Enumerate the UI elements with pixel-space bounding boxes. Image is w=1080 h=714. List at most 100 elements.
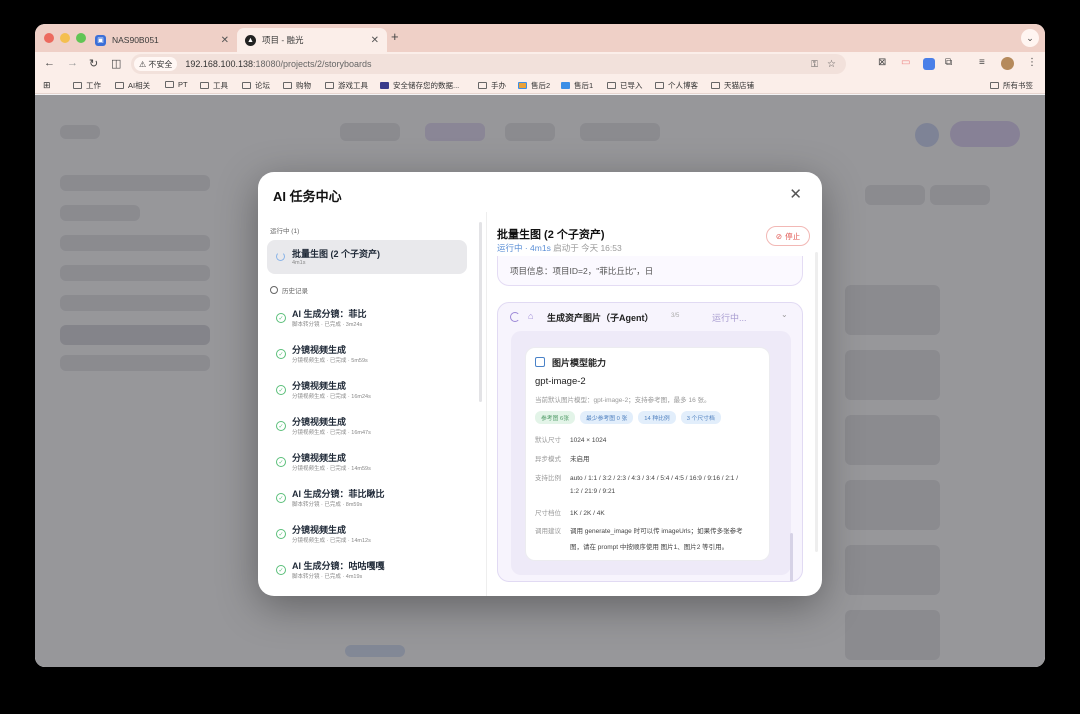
history-item[interactable]: ✓ 分镜视频生成 分镜视频生成 · 已完成 · 14m59s <box>267 445 467 481</box>
bookmark-item[interactable]: 已导入 <box>607 80 643 91</box>
robot-icon: ⌂ <box>528 311 534 321</box>
sub-agent-title: 生成资产图片（子Agent） <box>547 313 654 323</box>
task-title: 分镜视频生成 <box>292 417 347 427</box>
project-info-box: 项目信息：项目ID=2，"菲比丘比"，日 <box>497 256 803 286</box>
sub-agent-header[interactable]: ⌂ 生成资产图片（子Agent） 3/5 运行中... ⌄ <box>498 303 802 331</box>
url-path: :18080/projects/2/storyboards <box>252 59 372 69</box>
history-item[interactable]: ✓ 分镜视频生成 分镜视频生成 · 已完成 · 16m47s <box>267 409 467 445</box>
task-sub: 4m1s <box>292 260 306 266</box>
menu-icon[interactable]: ⋮ <box>1027 57 1037 68</box>
bookmark-item[interactable]: 售后1 <box>561 80 593 91</box>
bookmark-item[interactable]: AI相关 <box>115 80 150 91</box>
browser-window: ▣ NAS90B051 ✕ ▲ 项目 - 融光 ✕ + ⌄ ← → ↻ ◫ ⚠ … <box>35 24 1045 667</box>
url-host: 192.168.100.138 <box>185 59 253 69</box>
history-item[interactable]: ✓ 分镜视频生成 分镜视频生成 · 已完成 · 5m59s <box>267 337 467 373</box>
task-list-scrollbar[interactable] <box>479 222 482 402</box>
security-badge[interactable]: ⚠ 不安全 <box>134 57 178 71</box>
close-tab-icon[interactable]: ✕ <box>221 35 229 46</box>
task-sub: 分镜视频生成 · 已完成 · 5m59s <box>292 358 368 364</box>
project-info: 项目信息：项目ID=2，"菲比丘比"，日 <box>510 266 654 276</box>
history-item[interactable]: ✓ 分镜视频生成 分镜视频生成 · 已完成 · 16m24s <box>267 373 467 409</box>
task-sub: 分镜视频生成 · 已完成 · 14m59s <box>292 466 371 472</box>
history-item[interactable]: ✓ 分镜视频生成 分镜视频生成 · 已完成 · 14m12s <box>267 517 467 553</box>
task-sub: 分镜视频生成 · 已完成 · 16m24s <box>292 394 371 400</box>
extension-icon[interactable]: ⊠ <box>878 57 886 68</box>
running-section-label: 运行中 (1) <box>270 228 300 235</box>
sidebar-icon[interactable]: ◫ <box>111 57 121 70</box>
tab-search-button[interactable]: ⌄ <box>1021 29 1039 47</box>
detail-status: 运行中 · 4m1s 启动于 今天 16:53 <box>497 242 622 254</box>
spec-row: 尺寸档位 1K / 2K / 4K <box>535 510 605 517</box>
history-item[interactable]: ✓ AI 生成分镜：菲比瞅比 脚本转分镜 · 已完成 · 8m59s <box>267 481 467 517</box>
key-icon[interactable]: ⚿ <box>811 59 818 70</box>
reload-icon[interactable]: ↻ <box>89 57 98 70</box>
sub-agent-panel: ⌂ 生成资产图片（子Agent） 3/5 运行中... ⌄ 图片模型能力 gpt… <box>497 302 803 582</box>
close-window-button[interactable] <box>44 33 54 43</box>
bookmark-item[interactable]: 天猫店铺 <box>711 80 754 91</box>
bookmark-item[interactable]: 论坛 <box>242 80 270 91</box>
url-text: 192.168.100.138:18080/projects/2/storybo… <box>185 59 371 69</box>
task-title: AI 生成分镜：咕咕嘎嘎 <box>292 561 385 571</box>
tab-nas[interactable]: ▣ NAS90B051 ✕ <box>87 28 237 52</box>
bookmark-item[interactable]: 工作 <box>73 80 101 91</box>
bookmark-item[interactable]: 购物 <box>283 80 311 91</box>
stop-label: 停止 <box>785 231 801 241</box>
detail-scrollbar[interactable] <box>815 252 818 552</box>
bookmark-item[interactable]: PT <box>165 80 188 89</box>
nas-icon: ▣ <box>95 34 106 46</box>
close-tab-icon[interactable]: ✕ <box>371 35 379 46</box>
tab-project[interactable]: ▲ 项目 - 融光 ✕ <box>237 28 387 52</box>
forward-icon[interactable]: → <box>67 57 78 69</box>
task-title: 分镜视频生成 <box>292 453 347 463</box>
avatar[interactable] <box>1001 57 1014 70</box>
history-item[interactable]: ✓ AI 生成分镜：菲比 脚本转分镜 · 已完成 · 3m24s <box>267 301 467 337</box>
task-sub: 脚本转分镜 · 已完成 · 8m59s <box>292 502 363 508</box>
extension-icon[interactable]: ▭ <box>901 57 910 68</box>
tag: 参考图 6张 <box>535 411 576 424</box>
extension-icon[interactable] <box>923 58 935 70</box>
bookmarks-bar: ⊞ 工作 AI相关 PT 工具 论坛 购物 游戏工具 安全储存您的数据... 手… <box>35 76 1045 94</box>
card-title: 图片模型能力 <box>552 358 607 368</box>
card-scrollbar[interactable] <box>790 533 793 581</box>
bookmark-item[interactable]: 安全储存您的数据... <box>380 80 459 91</box>
stop-button[interactable]: ⊘ 停止 <box>766 226 810 246</box>
tag: 最少参考图 0 张 <box>580 411 634 424</box>
history-item[interactable]: ✓ AI 生成分镜：咕咕嘎嘎 脚本转分镜 · 已完成 · 4m19s <box>267 553 467 589</box>
running-task-item[interactable]: 批量生图 (2 个子资产) 4m1s <box>267 240 467 274</box>
new-tab-button[interactable]: + <box>391 29 399 44</box>
check-icon: ✓ <box>276 385 286 395</box>
bookmark-item[interactable]: 售后2 <box>518 80 550 91</box>
bookmark-item[interactable]: 工具 <box>200 80 228 91</box>
maximize-window-button[interactable] <box>76 33 86 43</box>
back-icon[interactable]: ← <box>44 57 55 69</box>
spinner-icon <box>510 312 520 322</box>
spec-row: 调用建议 调用 generate_image 时可以传 imageUrls；如果传… <box>535 528 743 535</box>
apps-icon[interactable]: ⊞ <box>43 80 51 91</box>
all-bookmarks[interactable]: 所有书签 <box>990 80 1033 91</box>
image-icon <box>535 357 545 367</box>
media-icon[interactable]: ≡ <box>979 57 985 68</box>
puzzle-icon[interactable]: ⧉ <box>945 57 952 68</box>
task-sub: 脚本转分镜 · 已完成 · 3m24s <box>292 322 363 328</box>
history-section-label: 历史记录 <box>270 285 308 295</box>
chevron-down-icon[interactable]: ⌄ <box>781 310 788 319</box>
task-title: AI 生成分镜：菲比瞅比 <box>292 489 385 499</box>
started-time: 启动于 今天 16:53 <box>553 243 622 253</box>
spec-row: 支持比例 auto / 1:1 / 3:2 / 2:3 / 4:3 / 3:4 /… <box>535 475 739 482</box>
star-icon[interactable]: ☆ <box>827 59 836 70</box>
task-list: 运行中 (1) 批量生图 (2 个子资产) 4m1s 历史记录 ✓ AI 生成分… <box>258 212 480 596</box>
security-label: 不安全 <box>148 59 173 69</box>
tab-title: 项目 - 融光 <box>262 35 304 45</box>
spec-row-cont: 1:2 / 21:9 / 9:21 <box>570 488 616 495</box>
minimize-window-button[interactable] <box>60 33 70 43</box>
close-icon[interactable]: ✕ <box>789 185 802 203</box>
check-icon: ✓ <box>276 421 286 431</box>
sub-agent-state: 运行中... <box>712 313 747 323</box>
task-sub: 脚本转分镜 · 已完成 · 4m19s <box>292 574 363 580</box>
address-bar[interactable]: ⚠ 不安全 192.168.100.138:18080/projects/2/s… <box>131 54 846 74</box>
bookmark-item[interactable]: 手办 <box>478 80 506 91</box>
bookmark-item[interactable]: 个人博客 <box>655 80 698 91</box>
task-sub: 分镜视频生成 · 已完成 · 14m12s <box>292 538 371 544</box>
bookmark-item[interactable]: 游戏工具 <box>325 80 368 91</box>
check-icon: ✓ <box>276 457 286 467</box>
